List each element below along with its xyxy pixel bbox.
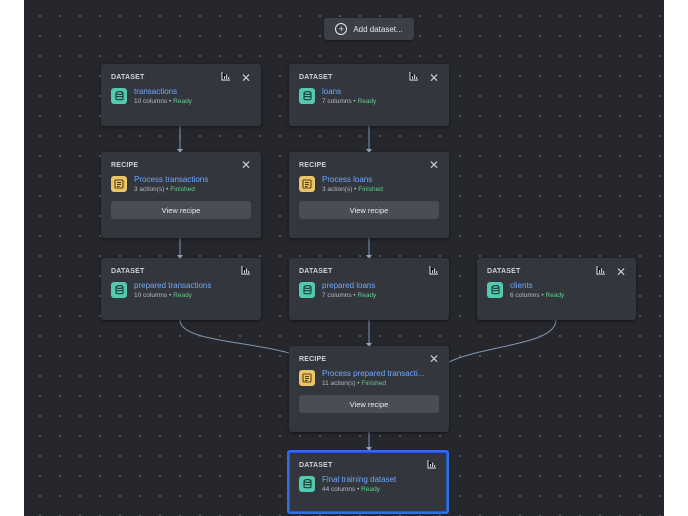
- view-recipe-button[interactable]: View recipe: [299, 395, 439, 413]
- node-kind: DATASET: [299, 462, 333, 469]
- chart-icon[interactable]: [221, 72, 231, 84]
- status-text: Finished: [170, 186, 195, 193]
- status-text: Ready: [173, 292, 192, 299]
- node-title[interactable]: transactions: [134, 87, 192, 96]
- edge-clients-recipe: [448, 319, 557, 363]
- chart-icon[interactable]: [429, 266, 439, 278]
- database-icon: [299, 282, 315, 298]
- view-recipe-button[interactable]: View recipe: [299, 201, 439, 219]
- recipe-icon: [111, 176, 127, 192]
- plus-circle-icon: +: [335, 23, 348, 35]
- node-kind: DATASET: [111, 268, 145, 275]
- node-meta: 44 columns: [322, 486, 356, 493]
- close-icon[interactable]: ✕: [616, 266, 626, 278]
- status-text: Finished: [361, 380, 386, 387]
- node-meta: 3 action(s): [322, 186, 353, 193]
- node-recipe-process-prepared[interactable]: RECIPE ✕ Process prepared transacti... 1…: [289, 346, 449, 432]
- node-dataset-loans[interactable]: DATASET ✕ loans 7 columns • Ready: [289, 64, 449, 126]
- node-recipe-process-transactions[interactable]: RECIPE ✕ Process transactions 3 action(s…: [101, 152, 261, 238]
- status-text: Ready: [357, 98, 377, 105]
- node-meta: 10 columns: [134, 98, 168, 105]
- node-meta: 10 columns: [134, 292, 168, 299]
- node-title[interactable]: Process loans: [322, 175, 383, 184]
- node-title[interactable]: prepared loans: [322, 281, 376, 290]
- node-meta: 6 columns: [510, 292, 540, 299]
- node-dataset-prepared-transactions[interactable]: DATASET prepared transactions 10 columns…: [101, 258, 261, 320]
- node-dataset-prepared-loans[interactable]: DATASET prepared loans 7 columns • Ready: [289, 258, 449, 320]
- chart-icon[interactable]: [409, 72, 419, 84]
- node-title[interactable]: Final training dataset: [322, 475, 396, 484]
- status-text: Ready: [357, 292, 377, 299]
- node-kind: RECIPE: [111, 162, 139, 169]
- node-meta: 7 columns: [322, 98, 352, 105]
- node-kind: RECIPE: [299, 356, 327, 363]
- chart-icon[interactable]: [241, 266, 251, 278]
- close-icon[interactable]: ✕: [429, 353, 439, 365]
- view-recipe-button[interactable]: View recipe: [111, 201, 251, 219]
- node-dataset-final-training[interactable]: DATASET Final training dataset 44 column…: [287, 450, 449, 514]
- database-icon: [111, 88, 127, 104]
- database-icon: [299, 476, 315, 492]
- node-dataset-clients[interactable]: DATASET ✕ clients 6 columns • Ready: [477, 258, 636, 320]
- close-icon[interactable]: ✕: [241, 159, 251, 171]
- database-icon: [111, 282, 127, 298]
- recipe-icon: [299, 370, 315, 386]
- close-icon[interactable]: ✕: [429, 72, 439, 84]
- node-title[interactable]: clients: [510, 281, 564, 290]
- add-dataset-button[interactable]: + Add dataset...: [324, 18, 414, 40]
- status-text: Finished: [358, 186, 383, 193]
- node-meta: 11 action(s): [322, 380, 356, 387]
- node-meta: 7 columns: [322, 292, 352, 299]
- node-title[interactable]: loans: [322, 87, 376, 96]
- node-title[interactable]: prepared transactions: [134, 281, 211, 290]
- chart-icon[interactable]: [596, 266, 606, 278]
- database-icon: [299, 88, 315, 104]
- status-text: Ready: [545, 292, 565, 299]
- status-text: Ready: [361, 486, 380, 493]
- add-dataset-label: Add dataset...: [353, 24, 403, 34]
- flow-canvas[interactable]: + Add dataset... DATASET ✕ transactions …: [24, 0, 664, 516]
- status-text: Ready: [173, 98, 192, 105]
- node-dataset-transactions[interactable]: DATASET ✕ transactions 10 columns • Read…: [101, 64, 261, 126]
- node-title[interactable]: Process prepared transacti...: [322, 369, 424, 378]
- recipe-icon: [299, 176, 315, 192]
- node-meta: 3 action(s): [134, 186, 165, 193]
- node-kind: RECIPE: [299, 162, 327, 169]
- close-icon[interactable]: ✕: [241, 72, 251, 84]
- database-icon: [487, 282, 503, 298]
- chart-icon[interactable]: [427, 460, 437, 472]
- close-icon[interactable]: ✕: [429, 159, 439, 171]
- node-recipe-process-loans[interactable]: RECIPE ✕ Process loans 3 action(s) • Fin…: [289, 152, 449, 238]
- node-title[interactable]: Process transactions: [134, 175, 208, 184]
- node-kind: DATASET: [299, 268, 333, 275]
